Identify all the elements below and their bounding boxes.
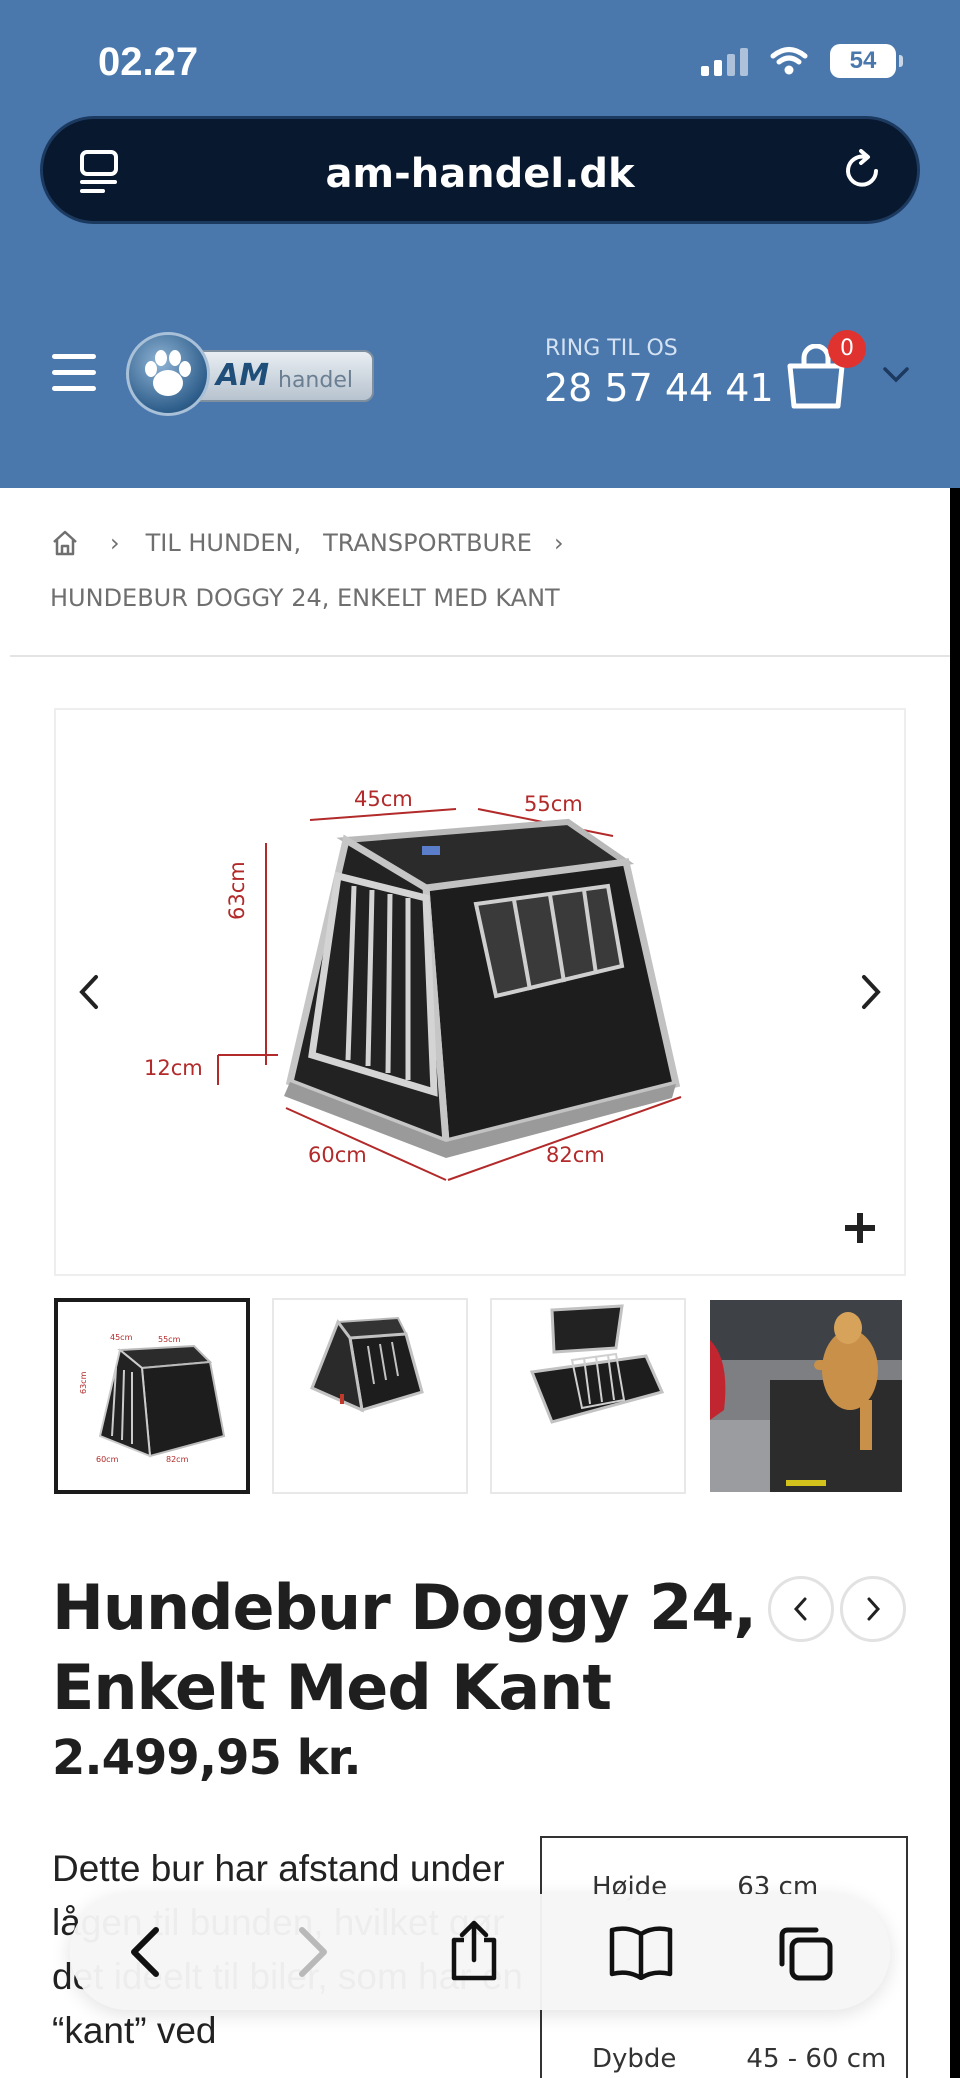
chevron-right-icon: › xyxy=(553,529,564,557)
svg-text:45cm: 45cm xyxy=(110,1333,133,1342)
back-icon[interactable] xyxy=(126,1924,162,1980)
product-title: Hundebur Doggy 24, Enkelt Med Kant xyxy=(52,1571,757,1724)
home-icon[interactable] xyxy=(50,528,80,558)
thumbnail-4[interactable] xyxy=(708,1298,904,1494)
logo-text-handel: handel xyxy=(278,368,353,393)
site-header: AM handel RING TIL OS 28 57 44 41 0 xyxy=(0,262,960,488)
dim-label: 82cm xyxy=(546,1143,605,1167)
dim-label: 45cm xyxy=(354,787,413,811)
bookmarks-icon[interactable] xyxy=(608,1924,674,1980)
chevron-right-icon xyxy=(867,1597,881,1621)
address-bar[interactable]: am-handel.dk xyxy=(40,116,920,224)
product-price: 2.499,95 kr. xyxy=(52,1730,362,1786)
dim-label: 12cm xyxy=(144,1056,203,1080)
site-logo[interactable]: AM handel xyxy=(126,332,374,416)
dim-label: 60cm xyxy=(308,1143,367,1167)
thumbnail-2[interactable] xyxy=(272,1298,468,1494)
svg-text:82cm: 82cm xyxy=(166,1455,189,1464)
chevron-right-icon: › xyxy=(110,529,120,557)
spec-label: Dybde xyxy=(592,2044,677,2074)
cellular-signal-icon xyxy=(701,46,748,76)
breadcrumb-link[interactable]: TRANSPORTBURE xyxy=(323,529,532,557)
breadcrumb: › TIL HUNDEN, TRANSPORTBURE › xyxy=(50,528,590,558)
call-us-label: RING TIL OS xyxy=(545,336,678,361)
gallery-next-icon[interactable] xyxy=(858,974,884,1010)
phone-number[interactable]: 28 57 44 41 xyxy=(544,366,774,410)
share-icon[interactable] xyxy=(448,1920,500,1982)
chevron-down-icon[interactable] xyxy=(882,366,910,384)
spec-value: 45 - 60 cm xyxy=(746,2044,887,2074)
hamburger-menu-icon[interactable] xyxy=(52,354,96,394)
next-product-button[interactable] xyxy=(840,1576,906,1642)
cart-count-badge: 0 xyxy=(828,330,866,368)
spec-row: Dybde 45 - 60 cm xyxy=(592,2044,886,2074)
svg-text:63cm: 63cm xyxy=(79,1371,88,1394)
browser-chrome: 02.27 54 am-handel.dk xyxy=(0,0,960,262)
breadcrumb-current: HUNDEBUR DOGGY 24, ENKELT MED KANT xyxy=(50,584,560,612)
status-icons: 54 xyxy=(701,44,903,78)
paw-icon xyxy=(126,332,210,416)
svg-text:60cm: 60cm xyxy=(96,1455,119,1464)
chevron-left-icon xyxy=(793,1597,807,1621)
browser-toolbar xyxy=(70,1894,890,2010)
product-image-main[interactable]: 45cm 55cm 63cm 12cm 60cm 82cm xyxy=(54,708,906,1276)
divider xyxy=(10,655,950,657)
thumbnail-1[interactable]: 45cm 55cm 63cm 60cm 82cm xyxy=(54,1298,250,1494)
dim-label: 55cm xyxy=(524,792,583,816)
breadcrumb-link[interactable]: TIL HUNDEN, xyxy=(146,529,302,557)
thumbnail-3[interactable] xyxy=(490,1298,686,1494)
logo-text-am: AM xyxy=(216,358,270,393)
dog-crate-image: 45cm 55cm 63cm 12cm 60cm 82cm xyxy=(144,787,682,1181)
dog-in-car-photo xyxy=(710,1300,902,1492)
dim-label: 63cm xyxy=(225,861,249,920)
status-time: 02.27 xyxy=(98,40,199,84)
gallery-prev-icon[interactable] xyxy=(76,974,102,1010)
reload-icon[interactable] xyxy=(843,149,883,193)
forward-icon[interactable] xyxy=(296,1924,332,1980)
url-text[interactable]: am-handel.dk xyxy=(43,151,917,197)
prev-product-button[interactable] xyxy=(768,1576,834,1642)
svg-text:55cm: 55cm xyxy=(158,1335,181,1344)
battery-icon: 54 xyxy=(830,44,903,78)
zoom-plus-icon[interactable] xyxy=(842,1210,878,1246)
wifi-icon xyxy=(770,47,808,75)
tabs-icon[interactable] xyxy=(776,1924,836,1982)
